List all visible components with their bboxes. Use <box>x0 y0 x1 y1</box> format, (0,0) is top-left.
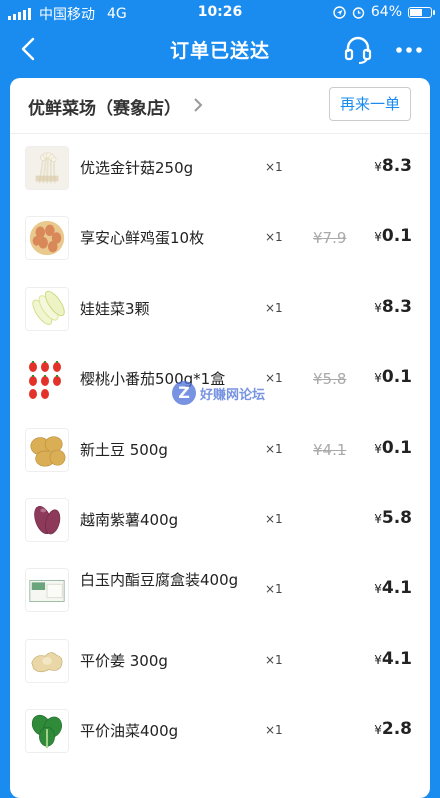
item-quantity: ×1 <box>265 511 283 526</box>
alarm-icon <box>352 6 365 19</box>
item-price: ¥8.3 <box>374 156 412 176</box>
item-price: ¥5.8 <box>374 507 412 528</box>
item-name: 越南紫薯400g <box>80 510 179 529</box>
battery-icon <box>408 6 435 18</box>
list-item[interactable]: 娃娃菜3颗 ×1 ¥8.3 <box>10 275 430 345</box>
bok-choy-image[interactable] <box>25 709 69 754</box>
more-dots-icon[interactable] <box>392 34 426 66</box>
item-quantity: ×1 <box>265 582 283 597</box>
item-original-price: ¥7.9 <box>313 229 347 248</box>
item-price: ¥4.1 <box>374 648 412 669</box>
chevron-right-icon[interactable] <box>191 96 205 114</box>
item-name: 新土豆 500g <box>80 440 168 459</box>
list-item[interactable]: 越南紫薯400g ×1 ¥5.8 <box>10 486 430 556</box>
baby-cabbage-image[interactable] <box>25 286 69 331</box>
item-price: ¥0.1 <box>374 437 412 458</box>
reorder-button[interactable]: 再来一单 <box>329 87 411 121</box>
customer-service-headset-icon[interactable] <box>342 34 374 66</box>
page-title: 订单已送达 <box>169 40 270 62</box>
item-quantity: ×1 <box>265 652 283 667</box>
shop-name[interactable]: 优鲜菜场（赛象店） <box>28 94 181 119</box>
list-item[interactable]: 平价姜 300g ×1 ¥4.1 <box>10 627 430 697</box>
list-item[interactable]: 优选金针菇250g ×1 ¥8.3 <box>10 134 430 204</box>
watermark-logo-icon: Z <box>172 381 196 405</box>
item-name: 平价油菜400g <box>80 722 179 741</box>
item-price: ¥0.1 <box>374 367 412 388</box>
item-original-price: ¥4.1 <box>313 440 347 459</box>
item-name: 平价姜 300g <box>80 651 168 670</box>
forum-watermark: Z 好赚网论坛 <box>172 380 265 406</box>
item-quantity: ×1 <box>265 300 283 315</box>
item-price: ¥8.3 <box>374 296 412 317</box>
nav-bar: 订单已送达 <box>0 26 440 74</box>
enoki-mushroom-image[interactable] <box>25 146 69 190</box>
item-quantity: ×1 <box>265 160 283 174</box>
item-quantity: ×1 <box>265 723 283 738</box>
location-icon <box>333 5 346 19</box>
item-quantity: ×1 <box>265 230 283 245</box>
list-item[interactable]: 白玉内酯豆腐盒装400g ×1 ¥4.1 <box>10 556 430 626</box>
list-item[interactable]: 享安心鲜鸡蛋10枚 ×1 ¥7.9 ¥0.1 <box>10 204 430 274</box>
potatoes-image[interactable] <box>25 427 69 472</box>
ginger-image[interactable] <box>25 638 69 683</box>
order-card: 优鲜菜场（赛象店） 再来一单 优选金针菇250g ×1 ¥8.3 享安心鲜鸡蛋1… <box>10 78 430 798</box>
item-price: ¥2.8 <box>374 719 412 740</box>
list-item[interactable]: 新土豆 500g ×1 ¥4.1 ¥0.1 <box>10 416 430 486</box>
item-name: 娃娃菜3颗 <box>80 299 150 318</box>
cherry-tomatoes-image[interactable] <box>25 357 69 402</box>
item-name: 优选金针菇250g <box>80 159 194 177</box>
eggs-image[interactable] <box>25 216 69 261</box>
battery-percent: 64% <box>370 4 402 20</box>
item-quantity: ×1 <box>265 441 283 456</box>
status-bar: 中国移动 4G 10:26 64% <box>0 0 440 26</box>
item-name: 白玉内酯豆腐盒装400g <box>80 571 239 590</box>
item-price: ¥4.1 <box>374 578 412 599</box>
tofu-box-image[interactable] <box>25 568 69 613</box>
item-name: 享安心鲜鸡蛋10枚 <box>80 229 205 248</box>
list-item[interactable]: 平价油菜400g ×1 ¥2.8 <box>10 697 430 767</box>
purple-sweet-potato-image[interactable] <box>25 497 69 542</box>
item-price: ¥0.1 <box>374 226 412 247</box>
item-quantity: ×1 <box>265 371 283 386</box>
status-right: 64% <box>333 4 435 20</box>
item-original-price: ¥5.8 <box>313 370 347 389</box>
watermark-text: 好赚网论坛 <box>200 387 266 403</box>
shop-header[interactable]: 优鲜菜场（赛象店） 再来一单 <box>10 78 430 134</box>
item-list: 优选金针菇250g ×1 ¥8.3 享安心鲜鸡蛋10枚 ×1 ¥7.9 ¥0.1 <box>10 134 430 768</box>
